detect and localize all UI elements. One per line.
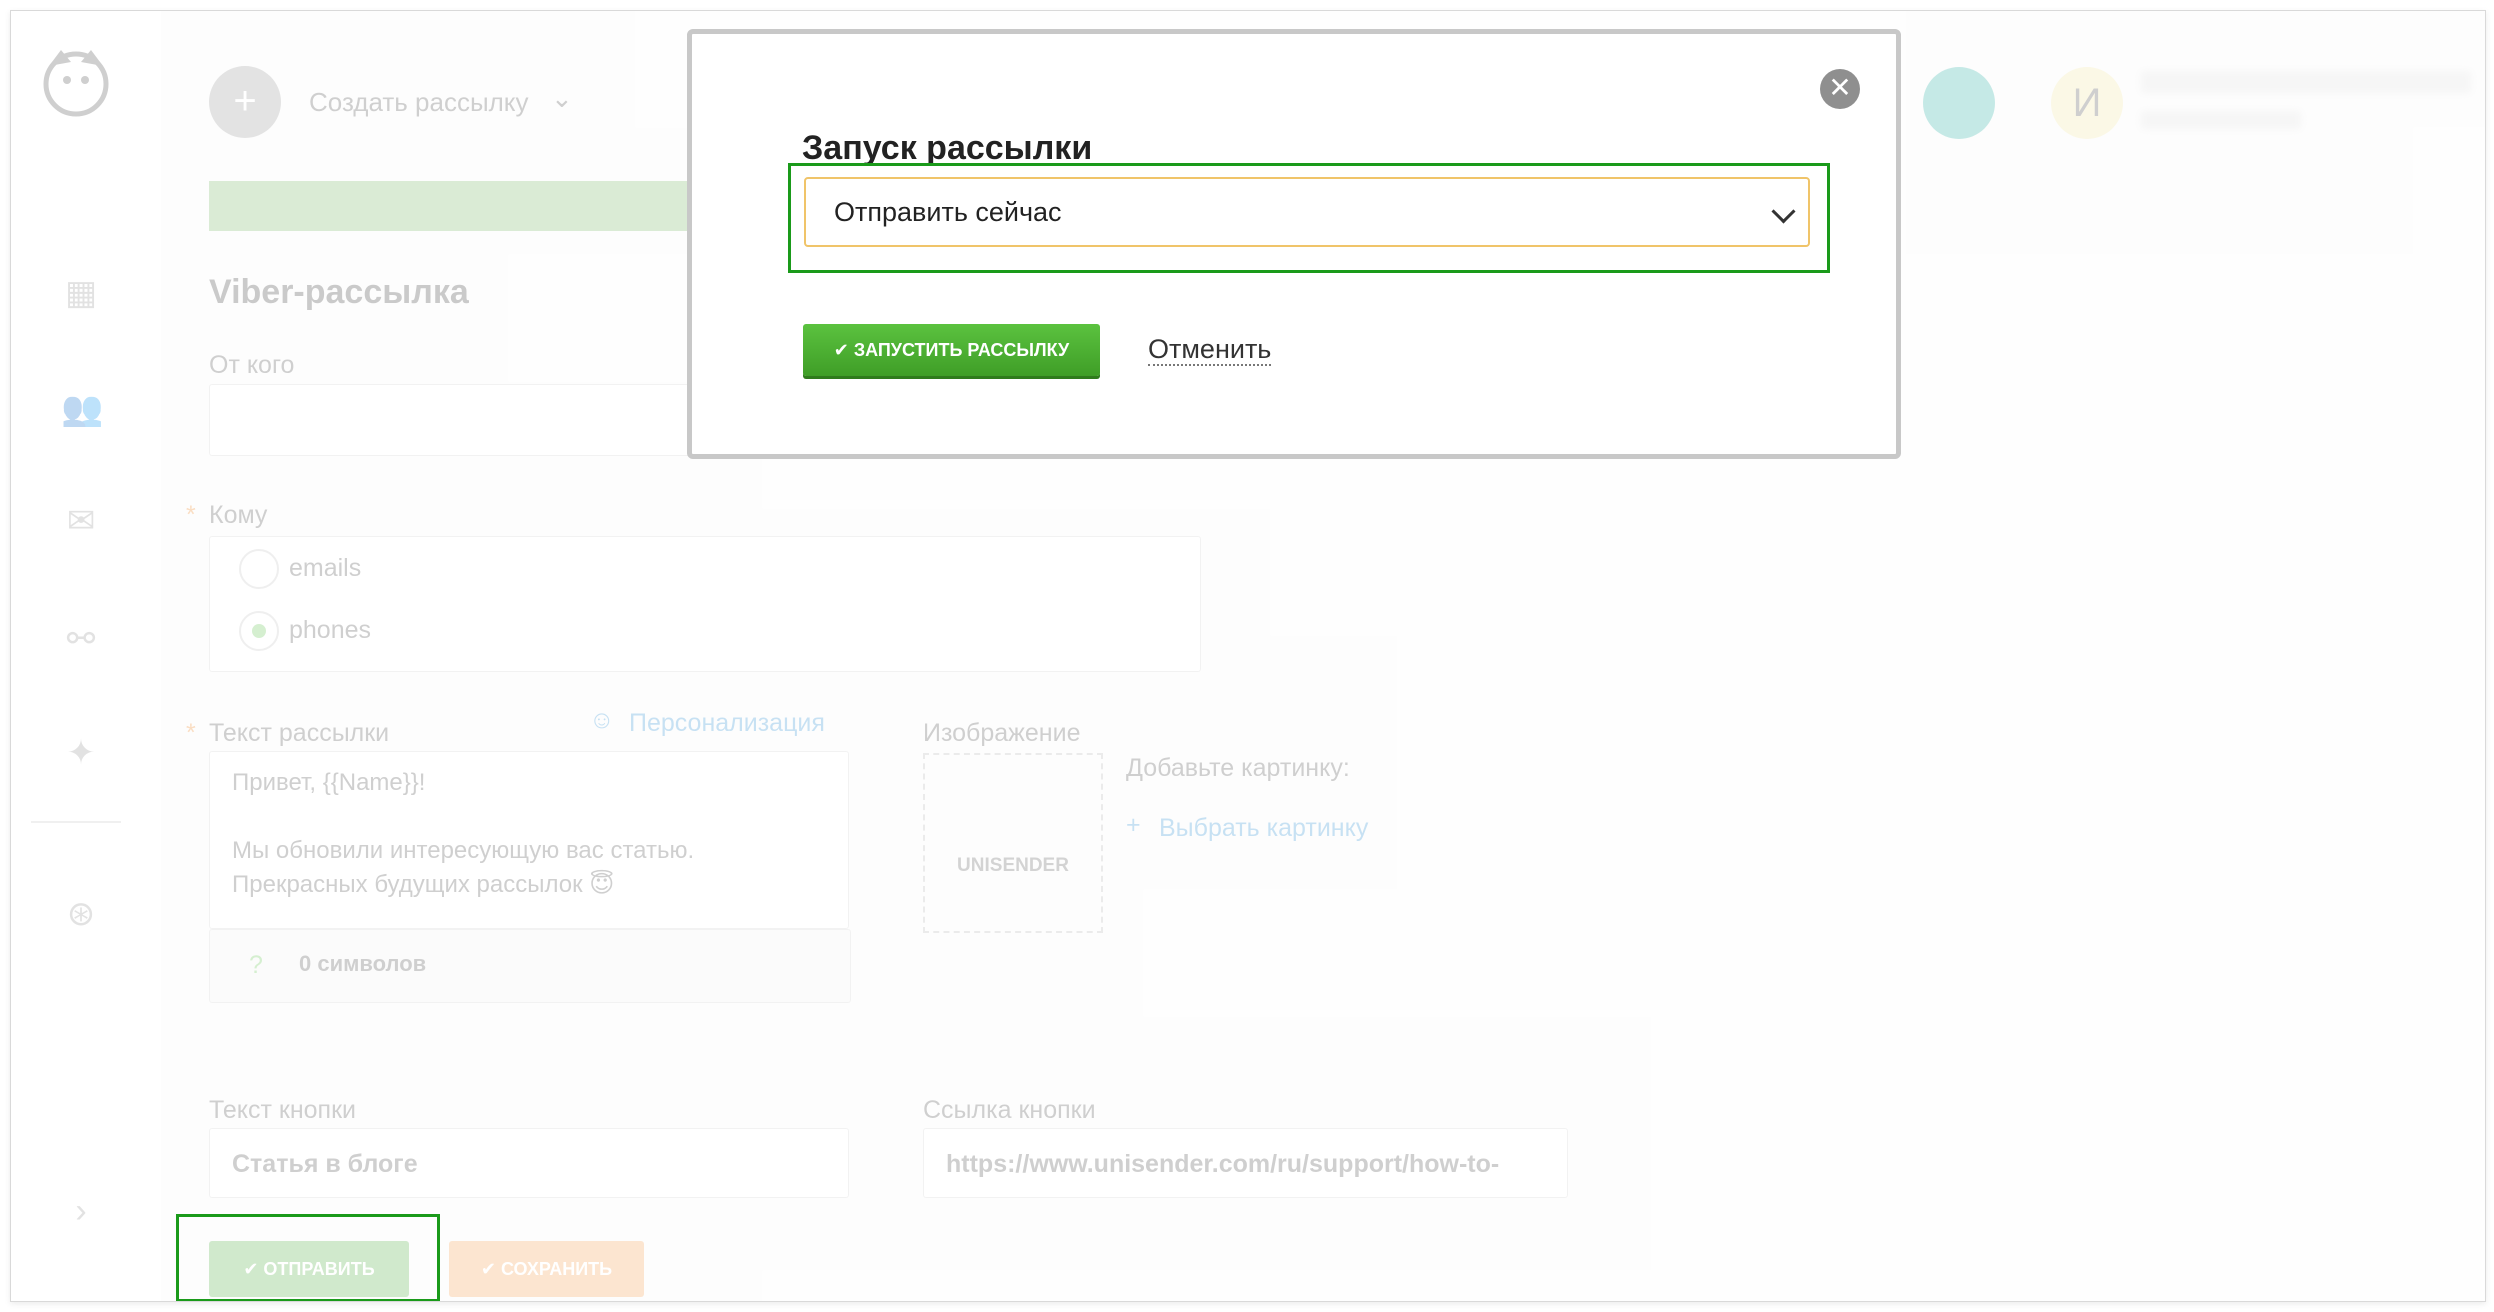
create-campaign-label[interactable]: Создать рассылку bbox=[309, 87, 528, 118]
send-button-highlight bbox=[176, 1214, 440, 1301]
plus-icon: + bbox=[1126, 811, 1141, 839]
launch-modal: ✕ Запуск рассылки Отправить сейчас ✔ ЗАП… bbox=[687, 29, 1901, 459]
personalization-link[interactable]: Персонализация bbox=[629, 709, 825, 738]
close-icon[interactable]: ✕ bbox=[1820, 69, 1860, 109]
radio-emails[interactable] bbox=[239, 549, 279, 589]
to-required-mark: * bbox=[186, 501, 196, 529]
unisender-logo: UNISENDER bbox=[957, 855, 1069, 876]
choose-image-link[interactable]: Выбрать картинку bbox=[1159, 814, 1368, 843]
send-time-select-value: Отправить сейчас bbox=[834, 197, 1062, 227]
send-time-select[interactable]: Отправить сейчас bbox=[804, 177, 1810, 247]
save-button[interactable]: ✔ СОХРАНИТЬ bbox=[449, 1241, 644, 1297]
app-window: ▦ 👥 ✉ ⚯ ✦ ⊛ › + Создать рассылку ⌄ Viber… bbox=[10, 10, 2486, 1302]
radio-emails-label: emails bbox=[289, 554, 362, 582]
tools-wand-icon[interactable]: ✦ bbox=[61, 733, 101, 773]
message-label: Текст рассылки bbox=[209, 719, 390, 747]
dashboard-icon[interactable]: ▦ bbox=[61, 273, 101, 313]
chevron-down-icon bbox=[1771, 199, 1796, 224]
char-count: 0 символов bbox=[299, 951, 427, 976]
radio-phones[interactable] bbox=[239, 611, 279, 651]
button-text-input[interactable]: Статья в блоге bbox=[209, 1128, 849, 1198]
from-field[interactable] bbox=[209, 384, 701, 456]
account-email-blur bbox=[2141, 111, 2301, 129]
account-name-blur bbox=[2141, 71, 2471, 93]
message-line bbox=[232, 800, 826, 834]
avatar[interactable]: И bbox=[2051, 67, 2123, 139]
image-label: Изображение bbox=[923, 719, 1081, 747]
add-image-label: Добавьте картинку: bbox=[1126, 754, 1350, 782]
automation-icon[interactable]: ⚯ bbox=[61, 619, 101, 659]
to-label: Кому bbox=[209, 501, 268, 529]
expand-chevron-icon[interactable]: › bbox=[61, 1191, 101, 1231]
support-icon[interactable]: ⊛ bbox=[61, 894, 101, 934]
button-text-label: Текст кнопки bbox=[209, 1096, 356, 1124]
info-banner bbox=[209, 181, 699, 231]
chevron-down-icon[interactable]: ⌄ bbox=[551, 83, 573, 114]
sidebar-divider bbox=[31, 821, 121, 823]
radio-phones-label: phones bbox=[289, 616, 372, 644]
message-textarea[interactable]: Привет, {{Name}}! Мы обновили интересующ… bbox=[209, 751, 849, 929]
contacts-icon[interactable]: 👥 bbox=[61, 389, 103, 429]
button-link-label: Ссылка кнопки bbox=[923, 1096, 1096, 1124]
message-line: Мы обновили интересующую вас статью. bbox=[232, 837, 695, 864]
help-icon[interactable]: ? bbox=[249, 951, 263, 980]
chat-icon[interactable] bbox=[1923, 67, 1995, 139]
image-placeholder[interactable]: UNISENDER bbox=[923, 753, 1103, 933]
smiley-icon: ☺ bbox=[589, 706, 615, 734]
button-link-input[interactable]: https://www.unisender.com/ru/support/how… bbox=[923, 1128, 1568, 1198]
create-plus-button[interactable]: + bbox=[209, 66, 281, 138]
message-required-mark: * bbox=[186, 719, 196, 747]
message-line: Привет, {{Name}}! bbox=[232, 769, 426, 796]
sidebar: ▦ 👥 ✉ ⚯ ✦ ⊛ › bbox=[11, 11, 141, 1301]
launch-campaign-label: ЗАПУСТИТЬ РАССЫЛКУ bbox=[853, 340, 1070, 360]
launch-campaign-button[interactable]: ✔ ЗАПУСТИТЬ РАССЫЛКУ bbox=[803, 324, 1100, 376]
cancel-link[interactable]: Отменить bbox=[1148, 334, 1272, 366]
from-label: От кого bbox=[209, 351, 295, 379]
message-line: Прекрасных будущих рассылок 😇 bbox=[232, 871, 615, 898]
logo-icon[interactable] bbox=[31, 36, 121, 126]
campaigns-icon[interactable]: ✉ bbox=[61, 501, 101, 541]
page-title: Viber-рассылка bbox=[209, 273, 469, 311]
save-button-label: СОХРАНИТЬ bbox=[500, 1259, 613, 1279]
